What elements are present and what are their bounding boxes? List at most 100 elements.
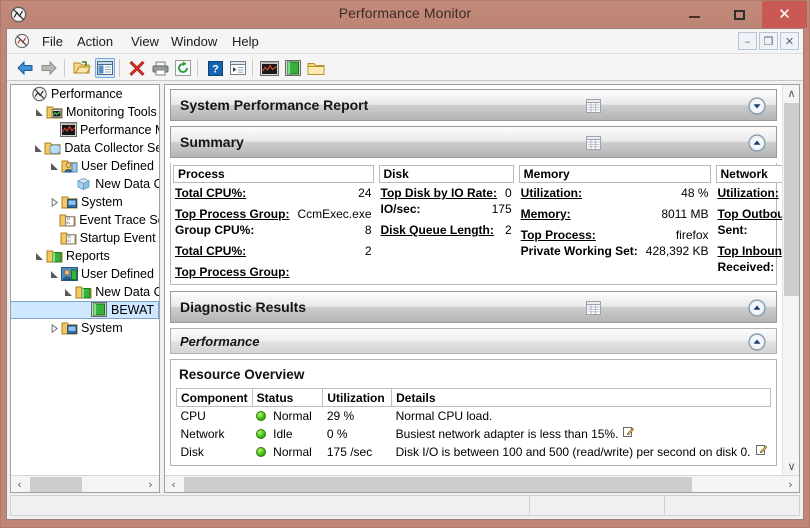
column-header-details[interactable]: Details [391, 388, 771, 407]
summary-row-value: 8011 MB [661, 207, 709, 221]
resource-overview-panel: Resource Overview Component Status Utili… [170, 359, 777, 466]
report-subheader-performance[interactable]: Performance [170, 328, 777, 354]
note-pencil-icon[interactable] [623, 426, 635, 440]
tree-scroll-left-button[interactable]: ‹ [11, 476, 28, 493]
menu-window[interactable]: Window [165, 29, 223, 54]
table-view-icon[interactable] [586, 99, 601, 118]
tree-item-reports[interactable]: Reports [11, 247, 159, 265]
cell-status: Normal [252, 443, 323, 461]
report-scroll-up-button[interactable]: ∧ [783, 85, 800, 102]
maximize-icon [734, 9, 745, 20]
tree-item-user-defined[interactable]: User Defined [11, 157, 159, 175]
table-view-icon[interactable] [586, 136, 601, 155]
report-scroll-thumb[interactable] [184, 476, 692, 492]
menu-file[interactable]: File [36, 29, 69, 54]
tree-horizontal-scrollbar[interactable]: ‹ › [11, 475, 159, 492]
tree-expander-icon[interactable] [62, 175, 75, 193]
window-maximize-button[interactable] [717, 1, 762, 28]
back-button[interactable] [15, 58, 35, 78]
collapse-toggle-performance[interactable] [748, 333, 766, 356]
new-folder-button[interactable] [306, 58, 326, 78]
tree-item-bewat[interactable]: BEWAT [11, 301, 159, 319]
refresh-button[interactable] [173, 58, 193, 78]
tree-item-new-data-c[interactable]: New Data C [11, 175, 159, 193]
tree-item-user-defined[interactable]: User Defined [11, 265, 159, 283]
note-pencil-icon[interactable] [755, 444, 767, 458]
summary-row-label: Sent: [717, 223, 748, 237]
tree-expander-icon[interactable] [32, 139, 44, 157]
show-console-tree-button[interactable] [95, 58, 115, 78]
tree-item-event-trace-ses[interactable]: 1001Event Trace Ses [11, 211, 159, 229]
report-scroll-track[interactable] [182, 476, 782, 493]
tree-item-system[interactable]: System [11, 319, 159, 337]
tree-expander-icon[interactable] [47, 319, 61, 337]
details-text: Normal CPU load. [395, 408, 493, 423]
toolbar-separator [197, 59, 198, 77]
tree-expander-icon[interactable] [32, 247, 46, 265]
tree-scroll-track[interactable] [28, 476, 142, 493]
column-header-component[interactable]: Component [176, 388, 253, 407]
tree-item-startup-event-t[interactable]: 10 01 Startup Event T [11, 229, 159, 247]
menu-help[interactable]: Help [226, 29, 265, 54]
tree-scroll-right-button[interactable]: › [142, 476, 159, 493]
summary-row-value: 8 [364, 223, 372, 237]
cell-component: Network [180, 426, 225, 441]
report-scroll-down-button[interactable]: ∨ [783, 458, 800, 475]
properties-button[interactable] [228, 58, 248, 78]
report-horizontal-scrollbar[interactable]: ‹ › [165, 475, 799, 492]
table-view-icon[interactable] [586, 301, 601, 320]
collapse-toggle-diagnostic-results[interactable] [748, 299, 766, 322]
summary-row-value: 2 [504, 223, 512, 237]
tree-expander-icon[interactable] [47, 121, 60, 139]
summary-row-label: Total CPU%: [175, 186, 247, 200]
tree-item-data-collector-sets[interactable]: Data Collector Sets [11, 139, 159, 157]
tree-item-performance[interactable]: Performance [11, 85, 159, 103]
report-header-summary[interactable]: Summary [170, 126, 777, 158]
svg-text:01: 01 [67, 221, 71, 225]
tree-expander-icon[interactable] [47, 193, 61, 211]
print-button[interactable] [150, 58, 170, 78]
mdi-restore-button[interactable]: ❐ [759, 32, 778, 50]
tree-item-performance-m[interactable]: Performance M [11, 121, 159, 139]
tree-expander-icon[interactable] [32, 103, 46, 121]
tree-item-system[interactable]: System [11, 193, 159, 211]
forward-button[interactable] [39, 58, 59, 78]
table-row[interactable]: Network Idle 0 % Busiest network adapter is… [177, 425, 771, 443]
resource-overview-table: Component Status Utilization Details CPU… [176, 388, 771, 461]
collapse-toggle-report[interactable] [748, 97, 766, 120]
table-row[interactable]: Disk Normal 175 /sec Disk I/O is between 10… [177, 443, 771, 461]
report-scroll-right-button[interactable]: › [782, 476, 799, 493]
tree-expander-icon[interactable] [77, 301, 91, 319]
mdi-minimize-button[interactable]: – [738, 32, 757, 50]
performance-monitor-button[interactable] [259, 58, 279, 78]
collapse-toggle-summary[interactable] [748, 134, 766, 157]
menu-view[interactable]: View [125, 29, 165, 54]
report-header-diagnostic-results[interactable]: Diagnostic Results [170, 291, 777, 323]
tree-scroll-thumb[interactable] [30, 476, 82, 492]
report-header-system-performance-report[interactable]: System Performance Report [170, 89, 777, 121]
tree-expander-icon[interactable] [47, 265, 61, 283]
menu-action[interactable]: Action [71, 29, 119, 54]
help-button[interactable]: ? [205, 58, 225, 78]
delete-button[interactable] [127, 58, 147, 78]
window-minimize-button[interactable] [672, 1, 717, 28]
tree-expander-icon[interactable] [47, 229, 60, 247]
report-button[interactable] [283, 58, 303, 78]
tree-expander-icon[interactable] [47, 211, 59, 229]
tree-expander-icon[interactable] [62, 283, 75, 301]
window-close-button[interactable]: ✕ [762, 1, 807, 28]
report-scroll-thumb[interactable] [784, 103, 799, 296]
table-row[interactable]: CPU Normal 29 % Normal CPU load. [177, 407, 771, 425]
console-tree[interactable]: Performance Monitoring Tools Performance M… [11, 85, 159, 475]
report-vertical-scrollbar[interactable]: ∧ ∨ [782, 85, 799, 475]
open-folder-button[interactable] [72, 58, 92, 78]
tree-item-monitoring-tools[interactable]: Monitoring Tools [11, 103, 159, 121]
tree-expander-icon[interactable] [47, 157, 61, 175]
tree-expander-icon[interactable] [17, 85, 31, 103]
tree-item-new-data-c[interactable]: New Data C [11, 283, 159, 301]
column-header-status[interactable]: Status [251, 388, 324, 407]
mdi-close-button[interactable]: ✕ [780, 32, 799, 50]
report-pane: System Performance Report Summary Proces… [164, 84, 800, 493]
column-header-utilization[interactable]: Utilization [322, 388, 393, 407]
report-scroll-left-button[interactable]: ‹ [165, 476, 182, 493]
